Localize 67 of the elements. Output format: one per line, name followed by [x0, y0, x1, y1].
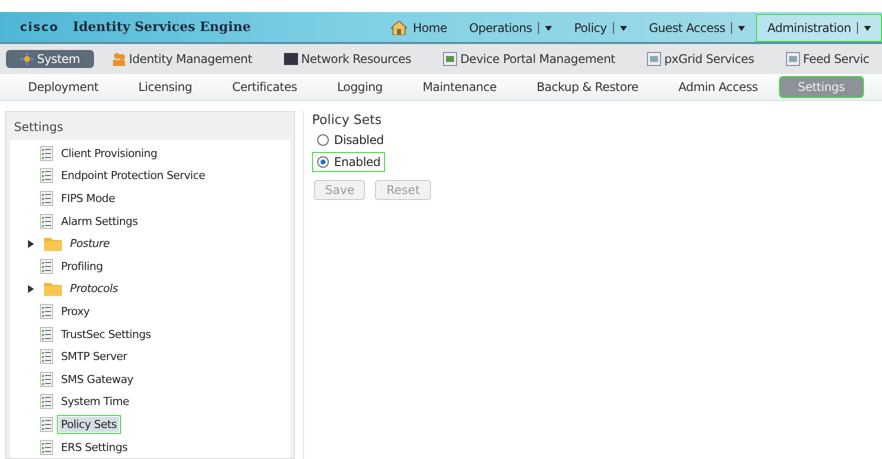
- nav-tab[interactable]: Home: [380, 14, 458, 42]
- list-document-icon: [40, 146, 53, 161]
- list-document-icon: [40, 394, 53, 410]
- sidebar-item[interactable]: TrustSec Settings: [59, 326, 153, 342]
- caret-icon: [545, 24, 552, 32]
- sidebar-item[interactable]: Profiling: [59, 258, 105, 274]
- expand-arrow-icon[interactable]: [28, 240, 34, 248]
- settings-tab[interactable]: Logging: [319, 77, 401, 97]
- radio-option[interactable]: Enabled: [312, 152, 386, 172]
- document-icon: [786, 52, 800, 66]
- nav-tab[interactable]: Guest Access: [638, 14, 756, 42]
- list-document-icon: [40, 190, 53, 206]
- list-document-icon: [40, 304, 53, 319]
- document-icon: [647, 52, 662, 66]
- sidebar-item[interactable]: SMTP Server: [59, 349, 130, 364]
- folder-icon: [44, 236, 62, 251]
- list-document-icon: [40, 168, 53, 184]
- sidebar-item[interactable]: Policy Sets: [59, 416, 119, 432]
- list-document-icon: [40, 258, 53, 274]
- document-icon: [443, 52, 458, 66]
- sidebar-item[interactable]: SMS Gateway: [59, 372, 136, 387]
- server-icon: [284, 52, 298, 66]
- sidebar-item[interactable]: Posture: [68, 236, 112, 252]
- nav-tab[interactable]: Policy: [563, 14, 638, 42]
- folder-icon: [44, 282, 62, 296]
- settings-tab[interactable]: Licensing: [120, 77, 210, 97]
- list-document-icon: [40, 416, 53, 432]
- sidebar-item[interactable]: Protocols: [68, 281, 120, 296]
- people-icon: [112, 52, 126, 66]
- house-icon: [390, 21, 407, 35]
- sidebar-item[interactable]: Alarm Settings: [59, 214, 140, 229]
- section-tab[interactable]: Network Resources: [270, 50, 426, 68]
- settings-tab[interactable]: Deployment: [10, 77, 116, 97]
- list-document-icon: [40, 214, 53, 229]
- sidebar-item[interactable]: FIPS Mode: [59, 190, 117, 206]
- sidebar-title: Settings: [13, 119, 64, 136]
- sidebar-item[interactable]: Endpoint Protection Service: [59, 168, 208, 184]
- sidebar-item[interactable]: Proxy: [59, 304, 92, 319]
- list-document-icon: [40, 326, 53, 342]
- sidebar-item[interactable]: Client Provisioning: [59, 146, 160, 161]
- caret-icon: [738, 24, 746, 32]
- settings-tab[interactable]: Certificates: [214, 77, 316, 97]
- section-tab[interactable]: Feed Servic: [772, 50, 882, 68]
- nav-tab[interactable]: Administration: [756, 14, 882, 42]
- radio-button[interactable]: [317, 134, 329, 146]
- section-tab[interactable]: Device Portal Management: [429, 50, 630, 68]
- network-nodes-icon: [20, 52, 34, 66]
- expand-arrow-icon[interactable]: [28, 284, 34, 293]
- nav-tab[interactable]: Operations: [458, 14, 564, 42]
- caret-icon: [864, 24, 871, 32]
- sidebar-item[interactable]: System Time: [59, 394, 132, 410]
- list-document-icon: [40, 349, 53, 364]
- settings-tab[interactable]: Maintenance: [404, 77, 515, 97]
- app-title: Identity Services Engine: [72, 20, 251, 34]
- section-tab[interactable]: pxGrid Services: [633, 50, 768, 68]
- settings-tab[interactable]: Backup & Restore: [518, 77, 656, 97]
- logo: cisco: [20, 20, 59, 34]
- settings-tab[interactable]: Admin Access: [660, 77, 776, 97]
- radio-option[interactable]: Disabled: [312, 130, 389, 150]
- radio-button[interactable]: [317, 156, 329, 168]
- list-document-icon: [40, 372, 53, 387]
- section-tab[interactable]: Identity Management: [98, 50, 266, 68]
- section-tab[interactable]: System: [6, 50, 94, 68]
- list-document-icon: [40, 440, 53, 455]
- section-heading: Policy Sets: [312, 113, 382, 128]
- caret-icon: [620, 24, 627, 32]
- sidebar-item[interactable]: ERS Settings: [59, 440, 130, 455]
